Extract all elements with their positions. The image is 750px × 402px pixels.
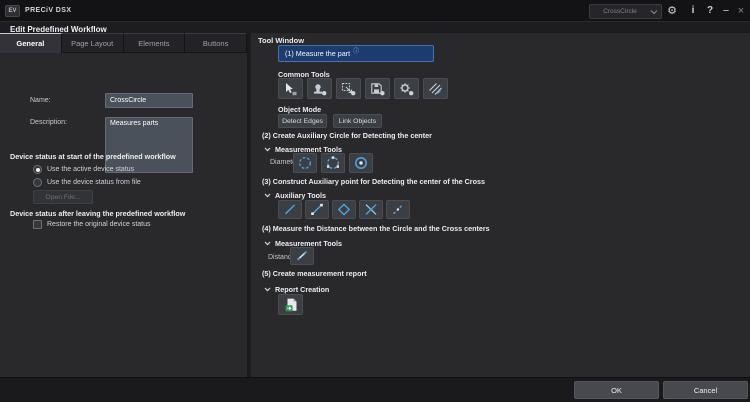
chevron-down-icon — [264, 193, 271, 198]
stamp-object-icon — [312, 82, 327, 96]
app-title: PRECiV DSX — [25, 7, 71, 14]
transform-object-icon — [341, 82, 356, 96]
app-window: EV PRECiV DSX CrossCircle ⚙ i ? − × Edit… — [0, 0, 750, 402]
restore-device-status-label: Restore the original device status — [47, 221, 151, 228]
dashed-circle-icon — [297, 155, 313, 171]
detect-edges-button[interactable]: Detect Edges — [278, 114, 327, 128]
chevron-down-icon — [264, 287, 271, 292]
diamond-tool-button[interactable] — [332, 200, 356, 219]
report-export-icon — [283, 297, 299, 313]
tab-bar: General Page Layout Elements Buttons — [0, 33, 247, 53]
object-settings-icon — [399, 82, 414, 96]
diameter-tools-row — [293, 153, 373, 173]
object-mode-row: Detect Edges Link Objects — [278, 114, 382, 128]
info-icon[interactable]: i — [685, 3, 701, 19]
description-textarea[interactable]: Measures parts — [105, 117, 193, 173]
cross-lines-icon — [363, 202, 379, 217]
description-label: Description: — [30, 119, 67, 126]
distance-tools-row — [290, 247, 314, 265]
center-point-circle-icon — [353, 155, 369, 171]
hatch-fill-icon — [428, 82, 443, 96]
open-file-button[interactable]: Open File... — [33, 190, 93, 204]
distance-line-icon — [294, 249, 310, 263]
step4-label: (4) Measure the Distance between the Cir… — [262, 224, 490, 233]
device-status-after-heading: Device status after leaving the predefin… — [10, 209, 242, 218]
radio-device-status-from-file-label: Use the device status from file — [47, 179, 141, 186]
chevron-down-icon — [264, 147, 271, 152]
titlebar: EV PRECiV DSX CrossCircle ⚙ i ? − × — [0, 0, 750, 22]
auxiliary-tools-row — [278, 200, 410, 219]
help-icon[interactable]: ? — [702, 3, 718, 19]
radio-active-device-status-label: Use the active device status — [47, 166, 134, 173]
name-input[interactable] — [105, 93, 193, 108]
step1-label: (1) Measure the part — [285, 49, 350, 58]
workflow-dropdown-value: CrossCircle — [590, 8, 650, 15]
three-point-circle-tool-button[interactable] — [321, 153, 345, 173]
report-export-tool-button[interactable] — [278, 294, 303, 315]
save-object-tool-button[interactable] — [365, 78, 390, 99]
three-point-circle-icon — [325, 155, 341, 171]
dialog-footer: OK Cancel — [0, 377, 750, 402]
step5-label: (5) Create measurement report — [262, 269, 367, 278]
ok-button[interactable]: OK — [574, 381, 659, 399]
device-status-start-heading: Device status at start of the predefined… — [10, 152, 242, 161]
line-icon — [282, 202, 298, 217]
dashed-circle-tool-button[interactable] — [293, 153, 317, 173]
restore-device-status-checkbox[interactable] — [33, 220, 42, 229]
tab-general[interactable]: General — [0, 33, 62, 53]
center-point-circle-tool-button[interactable] — [349, 153, 373, 173]
dashed-line-tool-button[interactable] — [386, 200, 410, 219]
auxiliary-tools-label: Auxiliary Tools — [275, 191, 326, 200]
hatch-fill-tool-button[interactable] — [423, 78, 448, 99]
workflow-dropdown[interactable]: CrossCircle — [589, 4, 662, 19]
report-tools-row — [278, 294, 303, 315]
report-creation-label: Report Creation — [275, 285, 329, 294]
step3-label: (3) Construct Auxiliary point for Detect… — [262, 177, 485, 186]
auxiliary-tools-section[interactable]: Auxiliary Tools — [264, 191, 326, 200]
save-object-icon — [370, 82, 385, 96]
line-endpoints-tool-button[interactable] — [305, 200, 329, 219]
cross-lines-tool-button[interactable] — [359, 200, 383, 219]
diamond-icon — [336, 202, 352, 217]
step1-banner[interactable]: (1) Measure the part ⓘ — [278, 45, 434, 62]
name-label: Name: — [30, 97, 51, 104]
common-tools-row — [278, 78, 448, 99]
minimize-icon[interactable]: − — [718, 3, 734, 19]
cancel-button[interactable]: Cancel — [663, 381, 748, 399]
tool-window-title: Tool Window — [258, 36, 304, 45]
step2-label: (2) Create Auxiliary Circle for Detectin… — [262, 131, 432, 140]
tab-elements[interactable]: Elements — [124, 33, 186, 53]
tab-buttons[interactable]: Buttons — [185, 33, 247, 53]
settings-icon[interactable]: ⚙ — [664, 3, 680, 19]
chevron-down-icon — [264, 241, 271, 246]
app-logo-icon: EV — [5, 5, 20, 17]
close-icon[interactable]: × — [733, 3, 749, 19]
radio-device-status-from-file[interactable] — [33, 178, 42, 187]
settings-panel: General Page Layout Elements Buttons Nam… — [0, 33, 249, 377]
object-mode-label: Object Mode — [278, 105, 321, 114]
dashed-line-icon — [390, 202, 406, 217]
distance-line-tool-button[interactable] — [290, 247, 314, 265]
tool-window-panel: Tool Window (1) Measure the part ⓘ Commo… — [251, 33, 750, 377]
select-object-icon — [283, 82, 298, 96]
radio-active-device-status[interactable] — [33, 165, 42, 174]
object-settings-tool-button[interactable] — [394, 78, 419, 99]
step1-info-icon[interactable]: ⓘ — [353, 46, 359, 55]
link-objects-button[interactable]: Link Objects — [333, 114, 382, 128]
transform-object-tool-button[interactable] — [336, 78, 361, 99]
tab-page-layout[interactable]: Page Layout — [62, 33, 124, 53]
chevron-down-icon — [650, 9, 658, 15]
line-endpoints-icon — [309, 202, 325, 217]
select-object-tool-button[interactable] — [278, 78, 303, 99]
line-tool-button[interactable] — [278, 200, 302, 219]
report-creation-section[interactable]: Report Creation — [264, 285, 329, 294]
stamp-object-tool-button[interactable] — [307, 78, 332, 99]
